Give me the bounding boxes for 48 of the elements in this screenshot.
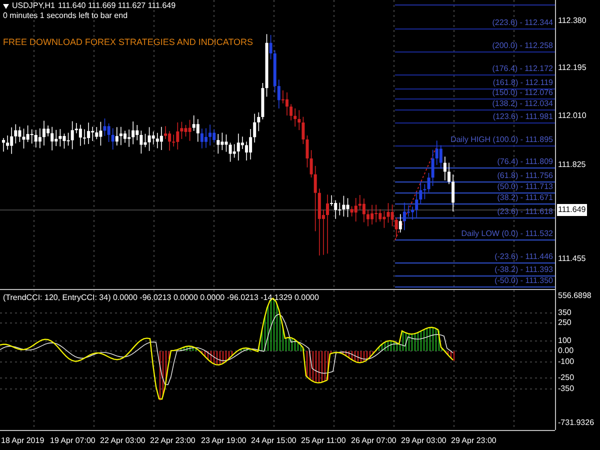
indicator-axis-label: 100 (558, 337, 572, 345)
fibonacci-level-label: (161.8) - 112.119 (492, 79, 553, 87)
fibonacci-level-label: (200.0) - 112.258 (492, 42, 553, 50)
indicator-axis-label: -250 (558, 374, 574, 382)
fibonacci-level-label: (76.4) - 111.809 (497, 158, 553, 166)
time-axis-label: 29 Apr 23:00 (451, 437, 496, 445)
indicator-axis-label: -100 (558, 358, 574, 366)
time-axis-label: 22 Apr 03:00 (100, 437, 146, 445)
dropdown-triangle-icon[interactable] (3, 4, 9, 8)
fibonacci-level-label: (38.2) - 111.671 (497, 194, 553, 202)
fibonacci-level-label: (-38.2) - 111.393 (494, 266, 553, 274)
fibonacci-level-label: (176.4) - 112.172 (492, 65, 553, 73)
time-axis-label: 23 Apr 19:00 (201, 437, 246, 445)
indicator-axis-label: 0.00 (558, 347, 574, 355)
time-axis-label: 25 Apr 11:00 (301, 437, 346, 445)
fibonacci-level-label: (61.8) - 111.756 (497, 172, 553, 180)
fibonacci-level-label: (138.2) - 112.034 (492, 100, 553, 108)
current-price-tag: 111.649 (557, 204, 587, 216)
ohlc-values: 111.640 111.669 111.627 111.649 (58, 2, 176, 10)
indicator-axis-label: 250 (558, 319, 572, 327)
time-axis-label: 22 Apr 23:00 (150, 437, 196, 445)
fibonacci-level-label: (150.0) - 112.076 (492, 89, 553, 97)
time-axis-label: 24 Apr 15:00 (251, 437, 296, 445)
price-axis-label: 111.825 (557, 159, 587, 171)
time-axis-label: 26 Apr 07:00 (351, 437, 396, 445)
fibonacci-level-label: Daily HIGH (100.0) - 111.895 (450, 136, 553, 144)
promo-text: FREE DOWNLOAD FOREX STRATEGIES AND INDICATORS (3, 38, 254, 47)
price-axis-label: 112.195 (557, 62, 588, 74)
fibonacci-level-label: (123.6) - 111.981 (492, 113, 553, 121)
price-axis-label: 112.010 (557, 110, 588, 122)
fibonacci-level-label: Daily LOW (0.0) - 111.532 (461, 230, 553, 238)
fibonacci-level-label: (50.0) - 111.713 (497, 183, 553, 191)
indicator-axis-label: -350 (558, 385, 574, 393)
time-axis-label: 29 Apr 03:00 (401, 437, 446, 445)
fibonacci-level-label: (-23.6) - 111.446 (494, 253, 553, 261)
fibonacci-level-label: (23.6) - 111.618 (497, 208, 553, 216)
bar-timer-text: 0 minutes 1 seconds left to bar end (3, 12, 128, 20)
price-axis-label: 111.455 (557, 253, 587, 265)
indicator-axis-label: -731.9326 (558, 419, 594, 427)
fibonacci-level-label: (-50.0) - 111.350 (494, 277, 553, 285)
time-axis-label: 18 Apr 2019 (1, 437, 44, 445)
indicator-axis-label: 350 (558, 309, 572, 317)
fibonacci-level-label: (223.6) - 112.344 (492, 19, 553, 27)
symbol-label: USDJPY,H1 (12, 2, 55, 10)
price-axis-label: 112.380 (557, 15, 588, 27)
indicator-values-text: (TrendCCI: 120, EntryCCI: 34) 0.0000 -96.0213 0.0000 0.0000 -96.0213 -14.1329 0.0000 (3, 294, 319, 302)
indicator-axis-label: 556.6898 (558, 292, 592, 300)
time-axis-label: 19 Apr 07:00 (50, 437, 96, 445)
